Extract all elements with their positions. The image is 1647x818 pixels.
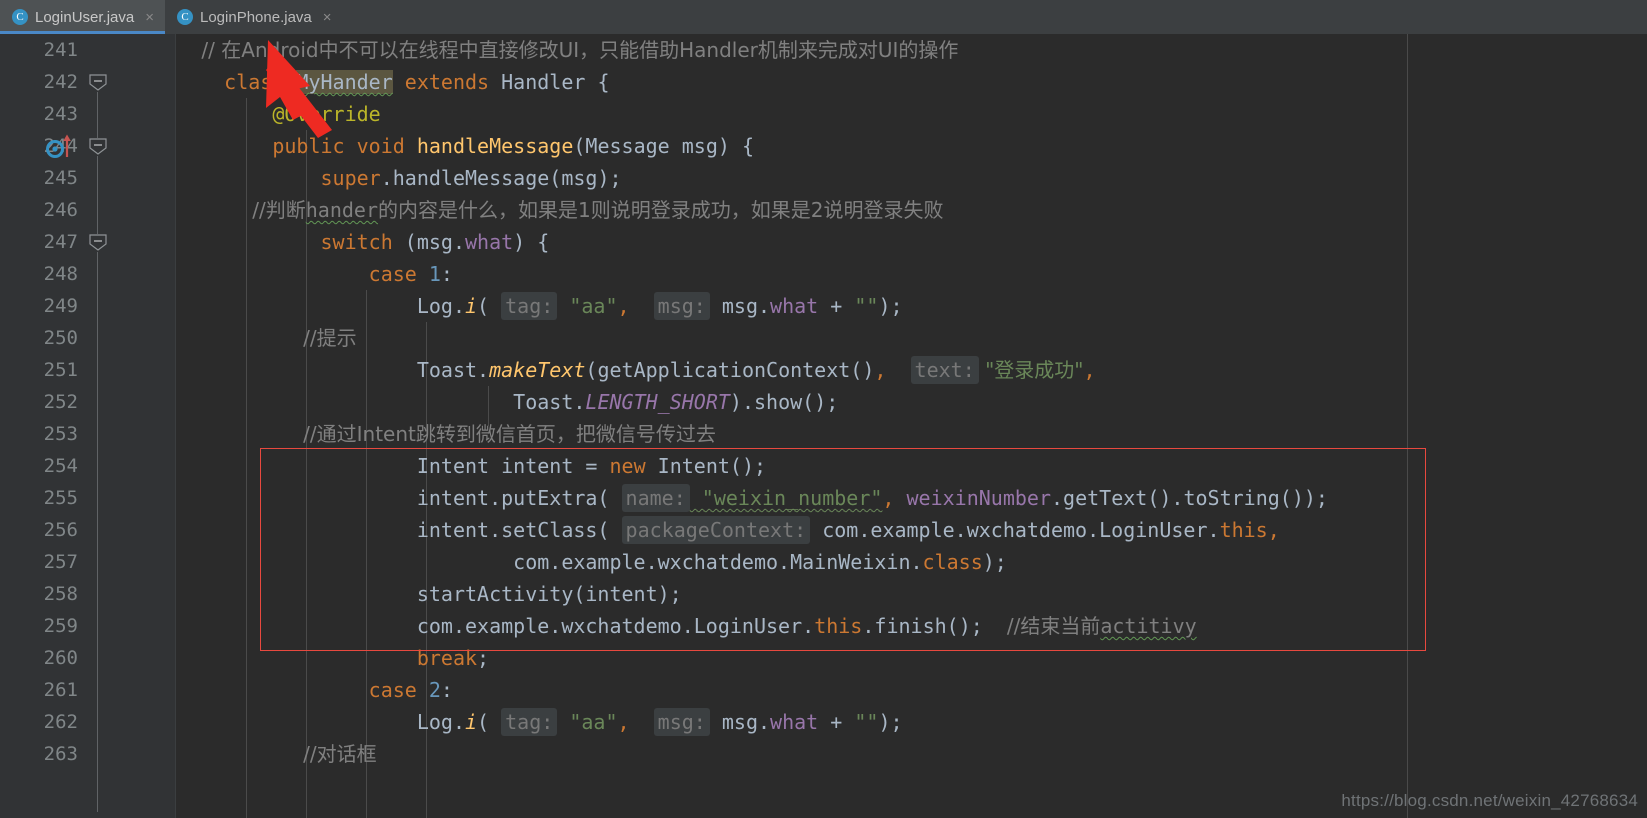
code-line: public void handleMessage(Message msg) { (176, 134, 754, 158)
line-number: 261 (43, 679, 78, 701)
implementing-method-icon[interactable] (44, 131, 78, 163)
java-class-icon: C (12, 9, 28, 25)
parameter-hint: tag: (501, 292, 558, 320)
code-line: //对话框 (176, 742, 377, 766)
code-line: class MyHander extends Handler { (176, 70, 610, 94)
watermark-url: https://blog.csdn.net/weixin_42768634 (1341, 791, 1638, 810)
line-number: 259 (43, 615, 78, 637)
line-number: 262 (43, 711, 78, 733)
code-editor[interactable]: 241 242 243 244 245 246 247 248 249 250 251 252 253 2… (0, 34, 1647, 818)
tab-label: LoginUser.java (35, 8, 135, 26)
line-number: 246 (43, 199, 78, 221)
line-number: 251 (43, 359, 78, 381)
parameter-hint: msg: (653, 292, 710, 320)
line-number: 258 (43, 583, 78, 605)
line-number: 255 (43, 487, 78, 509)
code-line: // 在Android中不可以在线程中直接修改UI，只能借助Handler机制来… (176, 38, 959, 62)
line-number: 254 (43, 455, 78, 477)
fold-marker-icon[interactable] (88, 226, 108, 258)
parameter-hint: text: (910, 356, 979, 384)
code-line: Log.i( tag: "aa", msg: msg.what + ""); (176, 708, 903, 736)
line-number: 260 (43, 647, 78, 669)
code-line: break; (176, 646, 490, 670)
code-line: intent.setClass( packageContext: com.exa… (176, 516, 1280, 544)
line-number: 241 (43, 39, 78, 61)
code-line: Log.i( tag: "aa", msg: msg.what + ""); (176, 292, 903, 320)
tab-loginphone-java[interactable]: C LoginPhone.java × (165, 0, 343, 34)
code-text-area[interactable]: // 在Android中不可以在线程中直接修改UI，只能借助Handler机制来… (176, 34, 1647, 818)
code-line: //判断hander的内容是什么，如果是1则说明登录成功，如果是2说明登录失败 (176, 198, 944, 222)
close-icon[interactable]: × (145, 9, 154, 26)
line-number: 252 (43, 391, 78, 413)
fold-marker-icon[interactable] (88, 130, 108, 162)
fold-marker-icon[interactable] (88, 66, 108, 98)
close-icon[interactable]: × (323, 9, 332, 26)
line-number: 248 (43, 263, 78, 285)
editor-tab-bar: C LoginUser.java × C LoginPhone.java × (0, 0, 1647, 34)
line-number: 242 (43, 71, 78, 93)
parameter-hint: msg: (653, 708, 710, 736)
fold-connector-line (97, 252, 98, 812)
code-line: Toast.makeText(getApplicationContext(), … (176, 356, 1096, 384)
code-line: //通过Intent跳转到微信首页，把微信号传过去 (176, 422, 716, 446)
code-line: super.handleMessage(msg); (176, 166, 622, 190)
tab-loginuser-java[interactable]: C LoginUser.java × (0, 0, 165, 34)
code-line: com.example.wxchatdemo.LoginUser.this.fi… (176, 614, 1197, 638)
code-line: switch (msg.what) { (176, 230, 550, 254)
java-class-icon: C (177, 9, 193, 25)
code-line: startActivity(intent); (176, 582, 682, 606)
code-line: intent.putExtra( name: "weixin_number", … (176, 484, 1328, 512)
code-line: case 1: (176, 262, 453, 286)
line-number: 249 (43, 295, 78, 317)
code-line: case 2: (176, 678, 453, 702)
fold-connector-line (97, 156, 98, 234)
code-line: //提示 (176, 326, 357, 350)
line-number: 263 (43, 743, 78, 765)
code-line: com.example.wxchatdemo.MainWeixin.class)… (176, 550, 1007, 574)
parameter-hint: tag: (501, 708, 558, 736)
line-number: 253 (43, 423, 78, 445)
parameter-hint: name: (621, 484, 690, 512)
fold-connector-line (97, 92, 98, 138)
line-number: 250 (43, 327, 78, 349)
line-number: 247 (43, 231, 78, 253)
parameter-hint: packageContext: (621, 516, 811, 544)
code-line: Toast.LENGTH_SHORT).show(); (176, 390, 839, 414)
tab-label: LoginPhone.java (200, 8, 312, 26)
code-line: Intent intent = new Intent(); (176, 454, 767, 478)
code-line: @Override (176, 102, 381, 126)
line-number: 245 (43, 167, 78, 189)
line-number: 243 (43, 103, 78, 125)
line-number: 256 (43, 519, 78, 541)
line-number: 257 (43, 551, 78, 573)
